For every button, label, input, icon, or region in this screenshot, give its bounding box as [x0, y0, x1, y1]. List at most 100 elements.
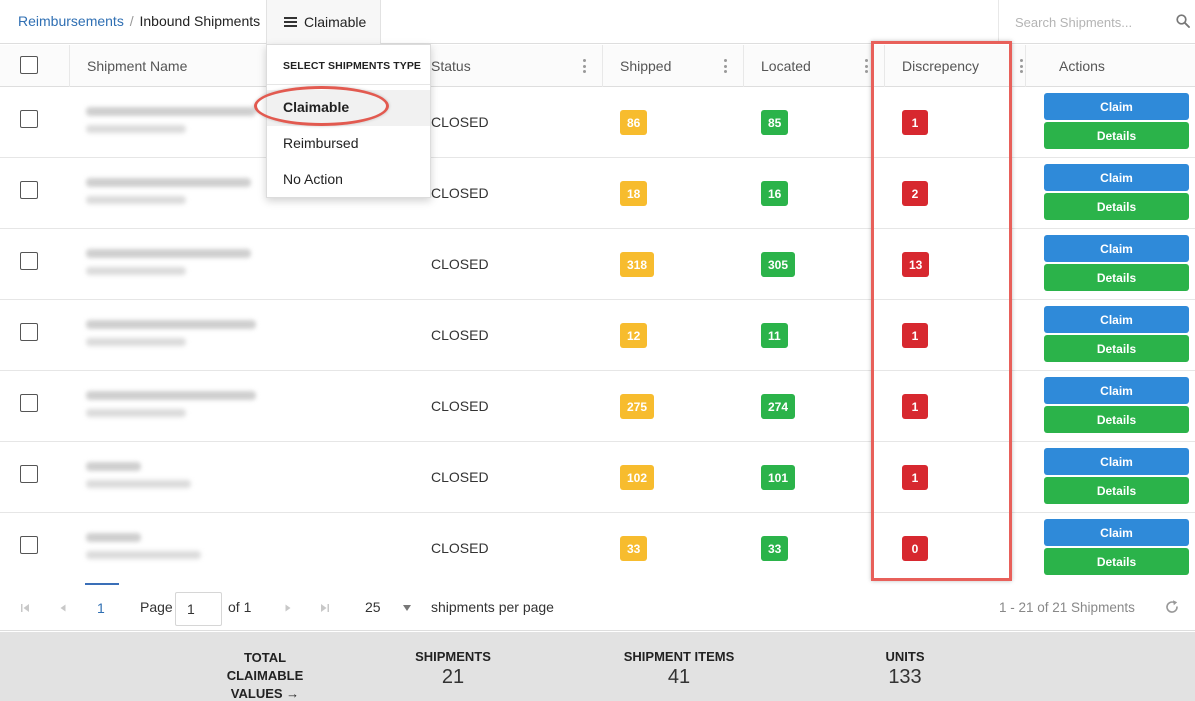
column-menu-icon[interactable] — [724, 59, 727, 73]
claim-button[interactable]: Claim — [1044, 235, 1189, 262]
located-badge: 274 — [761, 394, 796, 419]
status-text: CLOSED — [431, 469, 489, 485]
totals-title: TOTAL CLAIMABLE VALUES → — [205, 649, 325, 701]
column-menu-icon[interactable] — [865, 59, 868, 73]
last-page-icon[interactable] — [320, 603, 330, 613]
current-page-number[interactable]: 1 — [97, 600, 105, 616]
select-all-cell — [0, 45, 70, 87]
row-checkbox[interactable] — [20, 181, 38, 199]
breadcrumb-link-reimbursements[interactable]: Reimbursements — [18, 13, 124, 29]
shipment-name-redacted[interactable] — [86, 249, 251, 275]
table-row: CLOSED 33 33 0 Claim Details — [0, 513, 1195, 584]
status-text: CLOSED — [431, 185, 489, 201]
active-page-indicator — [85, 583, 119, 585]
details-button[interactable]: Details — [1044, 335, 1189, 362]
refresh-icon[interactable] — [1164, 599, 1180, 615]
table-row: CLOSED 275 274 1 Claim Details — [0, 371, 1195, 442]
shipment-type-button[interactable]: Claimable — [266, 0, 381, 44]
column-header-located[interactable]: Located — [744, 45, 885, 87]
column-menu-icon[interactable] — [583, 59, 586, 73]
details-button[interactable]: Details — [1044, 548, 1189, 575]
details-button[interactable]: Details — [1044, 193, 1189, 220]
shipment-name-redacted[interactable] — [86, 107, 256, 133]
row-checkbox[interactable] — [20, 252, 38, 270]
pagination-bar: 1 Page of 1 25 shipments per page 1 - 21… — [0, 583, 1195, 631]
shipment-type-label: Claimable — [304, 14, 367, 30]
shipped-badge: 18 — [620, 181, 648, 206]
located-badge: 11 — [761, 323, 788, 348]
shipped-badge: 102 — [620, 465, 655, 490]
dropdown-option-no-action[interactable]: No Action — [267, 162, 430, 198]
details-button[interactable]: Details — [1044, 122, 1189, 149]
claim-button[interactable]: Claim — [1044, 377, 1189, 404]
shipped-badge: 33 — [620, 536, 648, 561]
shipment-name-redacted[interactable] — [86, 462, 191, 488]
row-checkbox[interactable] — [20, 465, 38, 483]
claim-button[interactable]: Claim — [1044, 448, 1189, 475]
table-row: CLOSED 102 101 1 Claim Details — [0, 442, 1195, 513]
shipped-badge: 86 — [620, 110, 648, 135]
shipped-badge: 12 — [620, 323, 648, 348]
status-text: CLOSED — [431, 327, 489, 343]
claim-button[interactable]: Claim — [1044, 519, 1189, 546]
first-page-icon[interactable] — [20, 603, 30, 613]
units-total-label: UNITS — [885, 649, 925, 664]
column-header-shipment-name[interactable]: Shipment Name — [70, 45, 266, 87]
shipment-name-redacted[interactable] — [86, 391, 256, 417]
dropdown-header: SELECT SHIPMENTS TYPE — [267, 45, 430, 85]
shipments-total-label: SHIPMENTS — [415, 649, 491, 664]
shipments-total-value: 21 — [441, 666, 465, 688]
claim-button[interactable]: Claim — [1044, 164, 1189, 191]
details-button[interactable]: Details — [1044, 406, 1189, 433]
units-total-value: 133 — [888, 666, 922, 688]
column-header-shipped[interactable]: Shipped — [603, 45, 744, 87]
breadcrumb-current: Inbound Shipments — [139, 13, 261, 29]
shipment-name-redacted[interactable] — [86, 178, 251, 204]
select-all-checkbox[interactable] — [20, 56, 38, 74]
search-box — [998, 0, 1195, 44]
shipment-items-total-value: 41 — [667, 666, 691, 688]
column-header-actions: Actions — [1026, 45, 1195, 87]
highlight-ellipse-annotation — [254, 86, 389, 126]
column-label: Located — [761, 58, 811, 74]
shipped-badge: 275 — [620, 394, 655, 419]
totals-title-line: CLAIMABLE — [226, 668, 304, 683]
table-row: CLOSED 12 11 1 Claim Details — [0, 300, 1195, 371]
claim-button[interactable]: Claim — [1044, 93, 1189, 120]
claim-button[interactable]: Claim — [1044, 306, 1189, 333]
page-size-select[interactable]: 25 — [365, 599, 381, 615]
previous-page-icon[interactable] — [58, 603, 68, 613]
table-header: Shipment Name Status Shipped Located Dis… — [0, 45, 1195, 87]
search-icon[interactable] — [1176, 14, 1190, 28]
status-text: CLOSED — [431, 540, 489, 556]
page-number-input[interactable] — [175, 592, 222, 626]
shipment-name-redacted[interactable] — [86, 533, 201, 559]
record-count: 1 - 21 of 21 Shipments — [999, 600, 1135, 615]
page-size-label: shipments per page — [431, 599, 554, 615]
row-checkbox[interactable] — [20, 536, 38, 554]
menu-icon — [284, 15, 297, 29]
chevron-down-icon[interactable] — [403, 605, 411, 611]
row-checkbox[interactable] — [20, 394, 38, 412]
totals-bar: TOTAL CLAIMABLE VALUES → SHIPMENTS 21 SH… — [0, 632, 1195, 701]
next-page-icon[interactable] — [283, 603, 293, 613]
app-root: Reimbursements / Inbound Shipments Claim… — [0, 0, 1195, 701]
dropdown-option-reimbursed[interactable]: Reimbursed — [267, 126, 430, 162]
column-menu-icon[interactable] — [1020, 59, 1023, 73]
page-label: Page — [140, 599, 173, 615]
details-button[interactable]: Details — [1044, 264, 1189, 291]
shipment-name-redacted[interactable] — [86, 320, 256, 346]
status-text: CLOSED — [431, 398, 489, 414]
search-input[interactable] — [999, 0, 1169, 44]
row-checkbox[interactable] — [20, 110, 38, 128]
totals-title-line: VALUES → — [230, 686, 300, 701]
column-header-status[interactable]: Status — [414, 45, 603, 87]
column-label: Actions — [1059, 58, 1105, 74]
table-row: CLOSED 318 305 13 Claim Details — [0, 229, 1195, 300]
status-text: CLOSED — [431, 256, 489, 272]
located-badge: 101 — [761, 465, 796, 490]
details-button[interactable]: Details — [1044, 477, 1189, 504]
located-badge: 33 — [761, 536, 789, 561]
located-badge: 85 — [761, 110, 789, 135]
row-checkbox[interactable] — [20, 323, 38, 341]
